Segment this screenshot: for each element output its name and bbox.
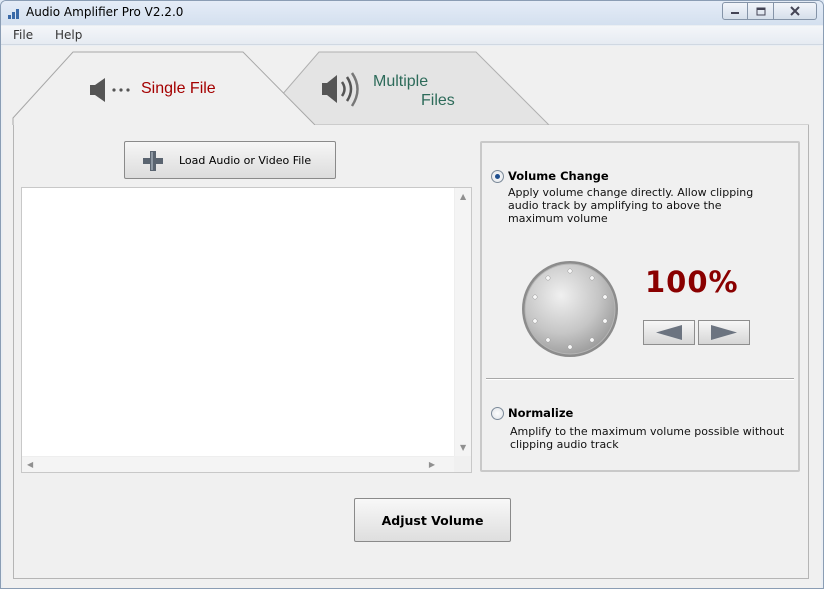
volume-knob[interactable] — [520, 259, 620, 359]
close-icon — [790, 6, 800, 16]
arrow-left-icon — [656, 325, 682, 340]
minimize-icon — [731, 12, 739, 14]
volume-change-radio[interactable] — [491, 170, 504, 183]
options-divider — [486, 378, 794, 380]
speaker-loud-icon — [322, 72, 359, 107]
scrollbar-corner — [454, 456, 471, 472]
scroll-left-icon[interactable]: ◀ — [27, 461, 33, 469]
scroll-down-icon[interactable]: ▼ — [460, 444, 466, 452]
normalize-title[interactable]: Normalize — [508, 406, 573, 420]
maximize-icon — [756, 7, 765, 15]
volume-change-title[interactable]: Volume Change — [508, 169, 609, 183]
tab-single-file-label[interactable]: Single File — [141, 80, 216, 98]
scroll-up-icon[interactable]: ▲ — [460, 193, 466, 201]
minimize-button[interactable] — [722, 2, 748, 20]
app-icon — [7, 6, 21, 20]
normalize-radio[interactable] — [491, 407, 504, 420]
speaker-icon — [90, 78, 130, 102]
adjust-volume-button[interactable]: Adjust Volume — [354, 498, 511, 542]
volume-increase-button[interactable] — [698, 320, 750, 345]
menu-bar: File Help — [1, 26, 823, 45]
menu-file[interactable]: File — [13, 28, 33, 42]
tab-multiple-label-line1[interactable]: Multiple — [373, 73, 428, 91]
volume-change-desc-3: maximum volume — [508, 212, 608, 225]
volume-change-desc-2: audio track by amplifying to above the — [508, 199, 722, 212]
volume-decrease-button[interactable] — [643, 320, 695, 345]
main-content: Single File Multiple Files Load Audio or… — [3, 46, 821, 588]
window-title: Audio Amplifier Pro V2.2.0 — [26, 5, 184, 19]
vertical-scrollbar[interactable]: ▲ ▼ — [454, 188, 471, 457]
scroll-right-icon[interactable]: ▶ — [429, 461, 435, 469]
normalize-desc-1: Amplify to the maximum volume possible w… — [510, 425, 785, 438]
close-button[interactable] — [774, 2, 817, 20]
load-file-button[interactable]: Load Audio or Video File — [124, 141, 336, 179]
volume-change-desc-1: Apply volume change directly. Allow clip… — [508, 186, 754, 199]
maximize-button[interactable] — [748, 2, 774, 20]
options-group: Volume Change Apply volume change direct… — [480, 141, 800, 472]
volume-percent: 100% — [645, 265, 739, 299]
app-window: Audio Amplifier Pro V2.2.0 File Help Sin… — [0, 0, 824, 589]
horizontal-scrollbar[interactable]: ◀ ▶ — [22, 456, 455, 472]
normalize-desc-2: clipping audio track — [510, 438, 619, 451]
tab-multiple-label-line2[interactable]: Files — [421, 92, 455, 110]
file-list[interactable]: ▲ ▼ ◀ ▶ — [21, 187, 472, 473]
load-file-button-label: Load Audio or Video File — [179, 154, 312, 167]
plus-icon — [143, 151, 163, 171]
arrow-right-icon — [711, 325, 737, 340]
title-bar[interactable]: Audio Amplifier Pro V2.2.0 — [1, 1, 823, 25]
menu-help[interactable]: Help — [55, 28, 82, 42]
